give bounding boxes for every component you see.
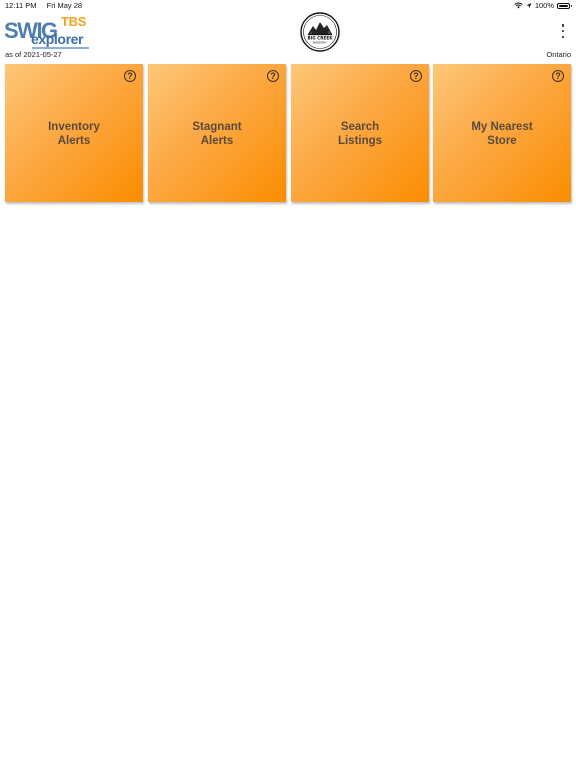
tile-label: Search Listings xyxy=(337,121,383,147)
status-bar: 12:11 PM Fri May 28 100% xyxy=(0,0,576,12)
my-nearest-store-tile[interactable]: ? My Nearest Store xyxy=(433,64,571,202)
help-icon[interactable]: ? xyxy=(267,70,279,82)
status-date: Fri May 28 xyxy=(46,1,83,10)
menu-dot xyxy=(561,29,565,33)
battery-percentage: 100% xyxy=(534,1,554,10)
brewery-logo[interactable]: BIG CREEK BREWERY xyxy=(300,12,340,52)
brewery-logo-subtitle: BREWERY xyxy=(313,41,327,45)
help-icon[interactable]: ? xyxy=(410,70,422,82)
app-screen: 12:11 PM Fri May 28 100% SWIG TBS explor… xyxy=(0,0,576,768)
battery-fill xyxy=(559,4,568,7)
stagnant-alerts-tile[interactable]: ? Stagnant Alerts xyxy=(148,64,286,202)
inventory-alerts-tile[interactable]: ? Inventory Alerts xyxy=(5,64,143,202)
logo-tbs-text: TBS xyxy=(61,14,87,29)
status-left: 12:11 PM Fri May 28 xyxy=(5,1,90,10)
more-vertical-icon[interactable] xyxy=(559,24,567,38)
data-as-of-date: as of 2021-05-27 xyxy=(5,50,62,59)
tile-label: Stagnant Alerts xyxy=(192,121,242,147)
help-icon[interactable]: ? xyxy=(124,70,136,82)
feature-tiles: ? Inventory Alerts ? Stagnant Alerts ? S… xyxy=(5,64,573,204)
help-icon[interactable]: ? xyxy=(552,70,564,82)
status-right: 100% xyxy=(514,1,572,10)
battery-tip xyxy=(570,4,572,7)
status-time: 12:11 PM xyxy=(5,1,37,10)
menu-dot xyxy=(561,24,565,27)
region-label: Ontario xyxy=(546,50,571,59)
battery-icon xyxy=(557,2,572,9)
logo-underline xyxy=(32,47,89,49)
menu-dot xyxy=(561,35,565,38)
tile-label: Inventory Alerts xyxy=(48,121,100,147)
swig-explorer-logo: SWIG TBS explorer xyxy=(4,14,90,50)
location-arrow-icon xyxy=(526,3,532,8)
app-header: SWIG TBS explorer as of 2021-05-27 BIG C… xyxy=(0,12,576,62)
logo-explorer-text: explorer xyxy=(31,31,84,47)
search-listings-tile[interactable]: ? Search Listings xyxy=(291,64,429,202)
tile-label: My Nearest Store xyxy=(471,121,533,147)
wifi-icon xyxy=(514,2,523,9)
